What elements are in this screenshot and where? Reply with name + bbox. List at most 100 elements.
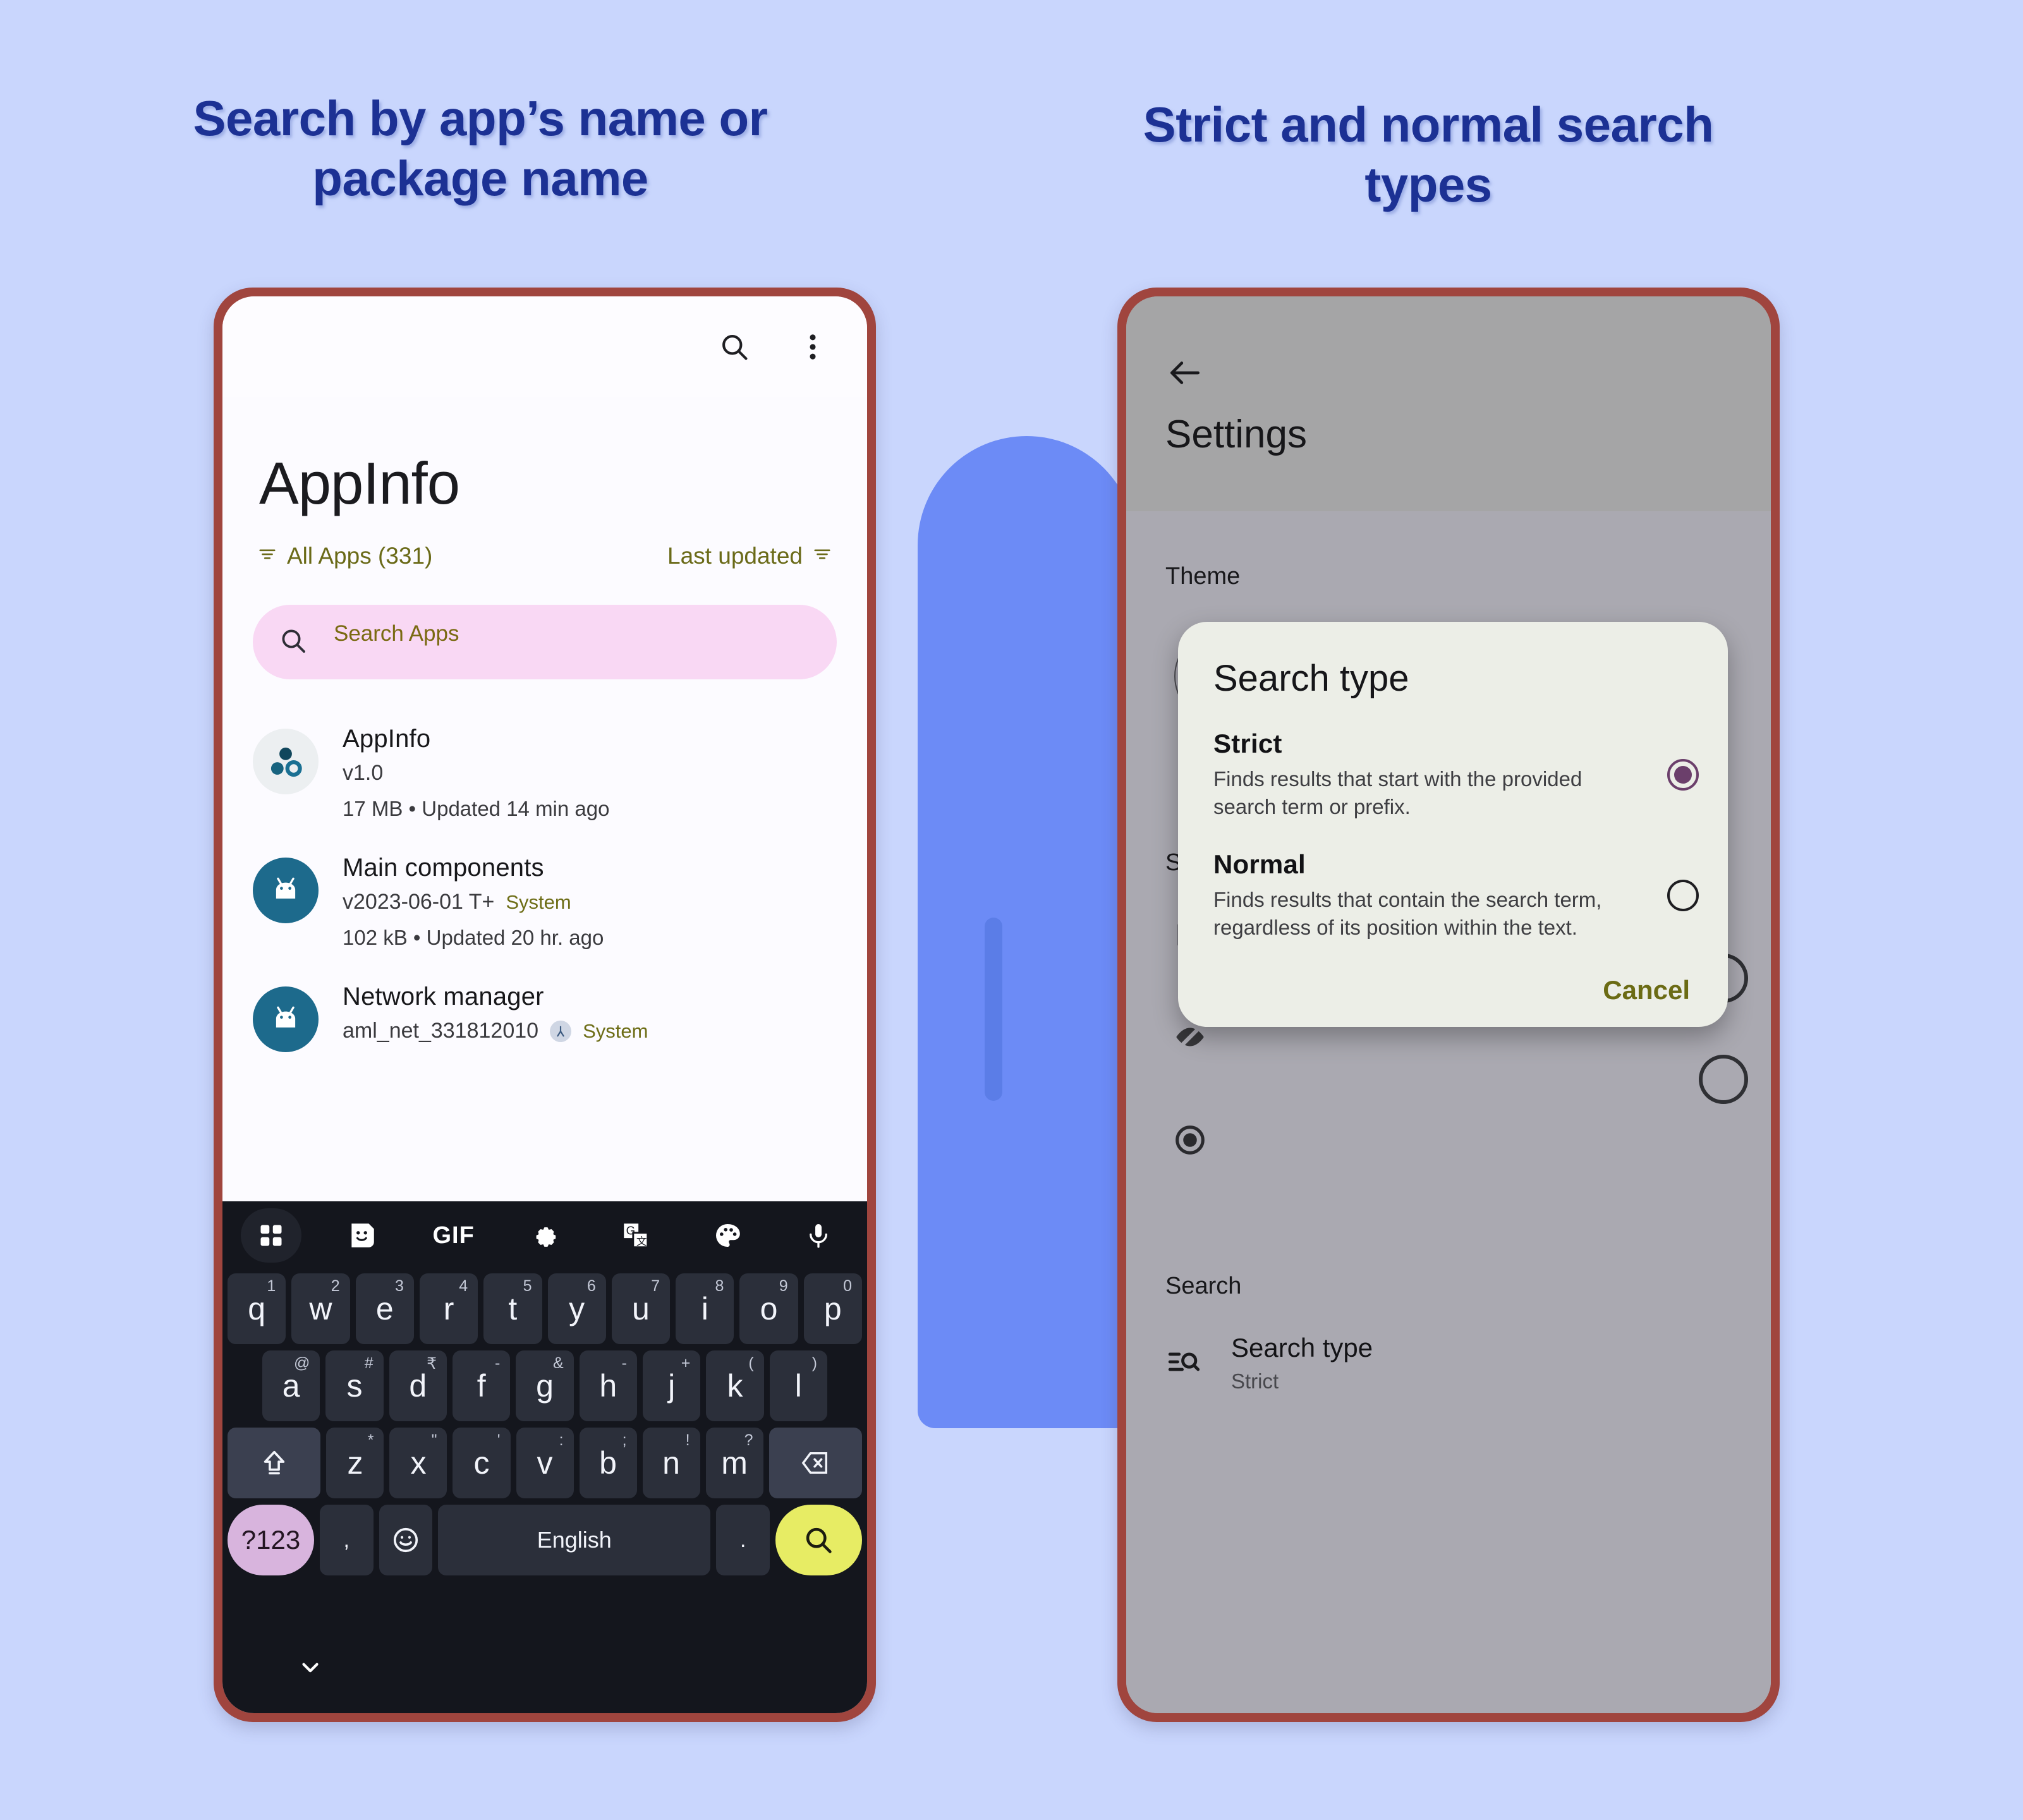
- app-name: AppInfo: [343, 725, 431, 753]
- key-j[interactable]: + j: [642, 1350, 701, 1421]
- key-r[interactable]: 4r: [419, 1273, 478, 1344]
- status-badge: System: [506, 890, 571, 913]
- key-label: s: [346, 1368, 363, 1404]
- filter-sort-row: All Apps (331) Last updated: [222, 518, 867, 569]
- list-item-meta: Network manager aml_net_331812010 System: [343, 981, 837, 1043]
- key-z[interactable]: * z: [326, 1428, 384, 1498]
- appinfo-icon: [253, 729, 319, 794]
- filter-all-apps[interactable]: All Apps (331): [258, 543, 432, 569]
- key-hint: &: [552, 1354, 564, 1372]
- key-hint: *: [367, 1431, 374, 1449]
- list-item-meta: Main components v2023-06-01 T+ System 10…: [343, 852, 837, 950]
- svg-text:G: G: [626, 1224, 636, 1237]
- key-y[interactable]: 6y: [547, 1273, 606, 1344]
- key-label: g: [536, 1368, 554, 1404]
- search-enter-key[interactable]: [775, 1505, 862, 1575]
- sticker-icon[interactable]: [339, 1212, 386, 1259]
- comma-key[interactable]: ,: [320, 1505, 374, 1575]
- phone-mockup-right: Settings Theme Search Search type Strict…: [1117, 288, 1780, 1722]
- key-hint: 6: [586, 1277, 596, 1295]
- key-hint: 9: [779, 1277, 788, 1295]
- period-key[interactable]: .: [716, 1505, 770, 1575]
- filter-label: All Apps (331): [287, 543, 433, 569]
- sort-last-updated[interactable]: Last updated: [667, 543, 832, 569]
- list-item[interactable]: Main components v2023-06-01 T+ System 10…: [222, 839, 867, 968]
- shift-icon[interactable]: [228, 1428, 321, 1498]
- key-label: h: [599, 1368, 617, 1404]
- gear-icon[interactable]: [521, 1212, 568, 1259]
- key-q[interactable]: 1q: [228, 1273, 286, 1344]
- key-hint: !: [685, 1431, 690, 1449]
- search-input[interactable]: Search Apps: [253, 605, 837, 679]
- dialog-title: Search type: [1213, 658, 1409, 699]
- list-item[interactable]: Network manager aml_net_331812010 System: [222, 968, 867, 1070]
- target-icon: [1172, 1122, 1208, 1162]
- list-item[interactable]: AppInfo v1.0 17 MB • Updated 14 min ago: [222, 710, 867, 839]
- page-title: Settings: [1165, 413, 1308, 456]
- key-hint: -: [495, 1354, 501, 1372]
- android-icon: [253, 986, 319, 1052]
- key-label: d: [409, 1368, 427, 1404]
- radio-strict[interactable]: [1667, 758, 1699, 791]
- key-o[interactable]: 9o: [739, 1273, 798, 1344]
- key-l[interactable]: ) l: [769, 1350, 827, 1421]
- key-hint: 2: [331, 1277, 340, 1295]
- key-v[interactable]: :v: [516, 1428, 574, 1498]
- dialog-option-description: Finds results that start with the provid…: [1213, 767, 1583, 818]
- dialog-option-normal[interactable]: Normal Finds results that contain the se…: [1178, 820, 1728, 941]
- translate-icon[interactable]: G 文: [612, 1212, 659, 1259]
- key-n[interactable]: ! n: [642, 1428, 700, 1498]
- space-key[interactable]: English: [438, 1505, 711, 1575]
- app-name: Main components: [343, 854, 544, 882]
- settings-item-search-type[interactable]: Search type Strict: [1165, 1333, 1373, 1393]
- app-version: v2023-06-01 T+: [343, 890, 495, 914]
- gif-icon[interactable]: GIF: [430, 1212, 477, 1259]
- key-m[interactable]: ? m: [705, 1428, 763, 1498]
- radio-normal[interactable]: [1667, 879, 1699, 911]
- key-i[interactable]: 8i: [676, 1273, 734, 1344]
- key-c[interactable]: ' c: [453, 1428, 511, 1498]
- palette-icon[interactable]: [704, 1212, 751, 1259]
- key-u[interactable]: 7u: [611, 1273, 671, 1344]
- key-hint: ;: [622, 1431, 627, 1449]
- key-g[interactable]: & g: [516, 1350, 574, 1421]
- dialog-actions: Cancel: [1178, 941, 1728, 1005]
- search-icon[interactable]: [714, 327, 755, 367]
- key-t[interactable]: 5t: [483, 1273, 542, 1344]
- arrow-back-icon[interactable]: [1126, 296, 1215, 396]
- emoji-icon[interactable]: [379, 1505, 433, 1575]
- key-f[interactable]: -f: [453, 1350, 511, 1421]
- search-placeholder: Search Apps: [334, 621, 459, 646]
- scan-toggle-2[interactable]: [1699, 1055, 1748, 1104]
- chevron-down-icon[interactable]: [297, 1654, 324, 1684]
- key-x[interactable]: " x: [389, 1428, 447, 1498]
- grid-apps-icon[interactable]: [241, 1208, 301, 1263]
- key-hint: 4: [459, 1277, 468, 1295]
- symbols-key[interactable]: ?123: [228, 1505, 314, 1575]
- mic-icon[interactable]: [795, 1212, 842, 1259]
- dialog-option-strict[interactable]: Strict Finds results that start with the…: [1178, 700, 1728, 820]
- key-h[interactable]: -h: [579, 1350, 637, 1421]
- key-b[interactable]: ; b: [579, 1428, 637, 1498]
- more-vert-icon[interactable]: [793, 327, 833, 367]
- key-hint: -: [621, 1354, 627, 1372]
- key-p[interactable]: 0p: [803, 1273, 862, 1344]
- split-apk-icon: [550, 1020, 572, 1042]
- key-label: a: [282, 1368, 300, 1404]
- key-s[interactable]: # s: [325, 1350, 384, 1421]
- app-topbar: [222, 296, 867, 397]
- key-k[interactable]: (k: [706, 1350, 764, 1421]
- key-e[interactable]: 3e: [355, 1273, 414, 1344]
- key-w[interactable]: 2w: [291, 1273, 350, 1344]
- status-badge: System: [583, 1019, 648, 1042]
- backspace-icon[interactable]: [768, 1428, 863, 1498]
- key-hint: ': [497, 1431, 501, 1449]
- cancel-button[interactable]: Cancel: [1603, 975, 1690, 1005]
- section-label-theme: Theme: [1165, 563, 1241, 590]
- key-a[interactable]: @ a: [262, 1350, 320, 1421]
- key-hint: ): [811, 1354, 817, 1372]
- key-hint: 8: [715, 1277, 724, 1295]
- key-d[interactable]: ₹ d: [389, 1350, 447, 1421]
- search-type-dialog: Search type Strict Finds results that st…: [1178, 622, 1728, 1028]
- key-hint: 0: [843, 1277, 852, 1295]
